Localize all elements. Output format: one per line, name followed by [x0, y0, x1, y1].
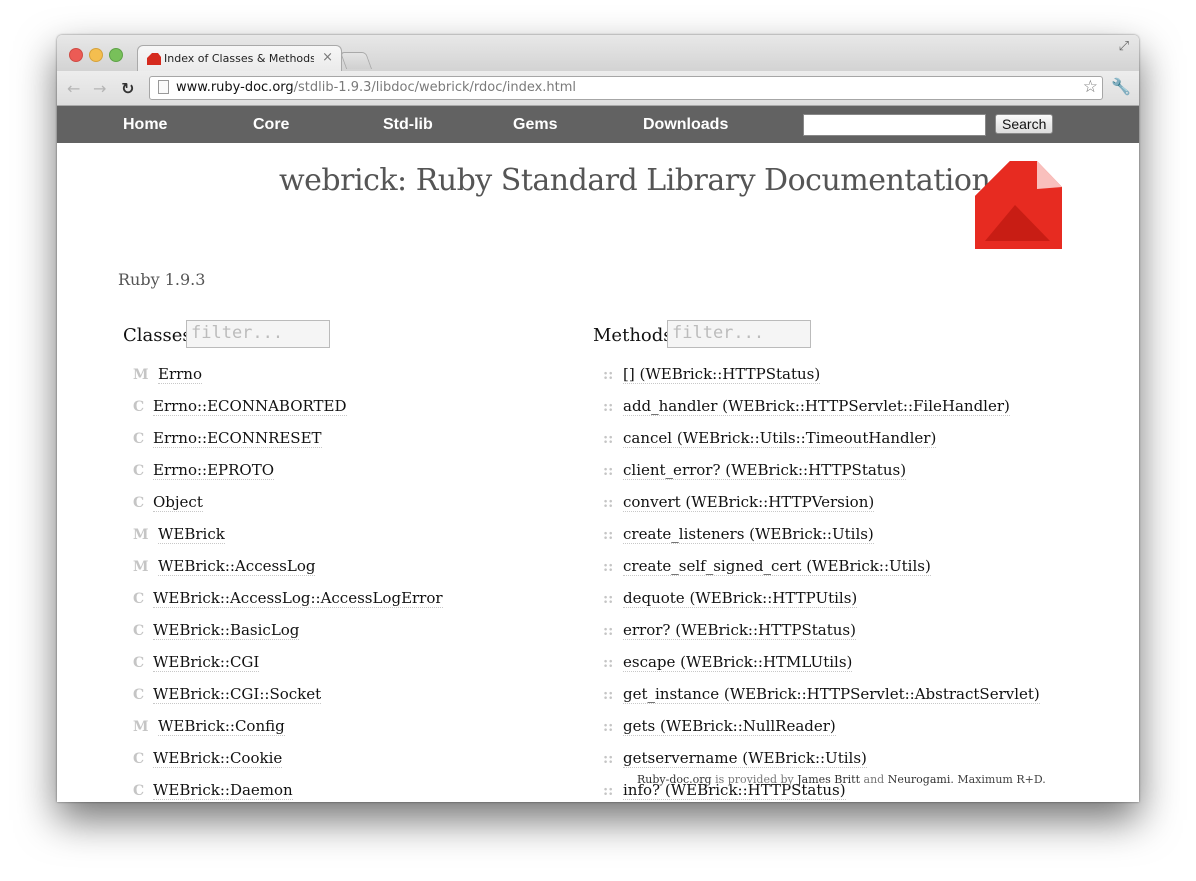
method-marker: :: — [603, 431, 614, 447]
tab-title: Index of Classes & Methods i — [164, 52, 314, 65]
class-link[interactable]: Errno::EPROTO — [153, 461, 275, 480]
method-marker: :: — [603, 527, 614, 543]
method-marker: :: — [603, 591, 614, 607]
method-link[interactable]: getservername (WEBrick::Utils) — [623, 749, 867, 768]
footer-text: and — [860, 773, 888, 786]
class-link[interactable]: WEBrick::CGI — [153, 653, 260, 672]
module-badge: M — [133, 527, 149, 543]
new-tab-button[interactable] — [339, 52, 373, 69]
wrench-icon[interactable]: 🔧 — [1111, 77, 1131, 96]
footer-company-link[interactable]: Neurogami — [888, 773, 951, 786]
method-marker: :: — [603, 559, 614, 575]
method-marker: :: — [603, 623, 614, 639]
nav-core-link[interactable]: Core — [253, 116, 289, 134]
method-marker: :: — [603, 751, 614, 767]
method-link[interactable]: get_instance (WEBrick::HTTPServlet::Abst… — [623, 685, 1040, 704]
address-bar[interactable]: www.ruby-doc.org/stdlib-1.9.3/libdoc/web… — [149, 76, 1103, 100]
methods-label: Methods — [593, 325, 673, 346]
browser-window: Index of Classes & Methods i × ⤢ ← → ↻ w… — [57, 35, 1139, 802]
close-window-button[interactable] — [69, 48, 83, 62]
footer-tagline: . Maximum R+D. — [950, 773, 1046, 786]
class-link[interactable]: WEBrick::AccessLog::AccessLogError — [153, 589, 443, 608]
back-arrow-icon[interactable]: ← — [67, 79, 80, 98]
method-link[interactable]: create_self_signed_cert (WEBrick::Utils) — [623, 557, 931, 576]
class-badge: C — [133, 687, 145, 703]
site-footer: Ruby-doc.org is provided by James Britt … — [637, 773, 1046, 786]
method-marker: :: — [603, 719, 614, 735]
class-link[interactable]: WEBrick::Daemon — [153, 781, 293, 800]
module-badge: M — [133, 559, 149, 575]
method-marker: :: — [603, 687, 614, 703]
fullscreen-icon[interactable]: ⤢ — [1119, 39, 1129, 54]
url-text[interactable]: www.ruby-doc.org/stdlib-1.9.3/libdoc/web… — [176, 80, 576, 95]
footer-site-link[interactable]: Ruby-doc.org — [637, 773, 712, 786]
nav-stdlib-link[interactable]: Std-lib — [383, 116, 433, 134]
browser-toolbar: ← → ↻ www.ruby-doc.org/stdlib-1.9.3/libd… — [57, 71, 1139, 106]
class-badge: C — [133, 591, 145, 607]
class-link[interactable]: WEBrick::Config — [158, 717, 285, 736]
method-link[interactable]: convert (WEBrick::HTTPVersion) — [623, 493, 875, 512]
nav-gems-link[interactable]: Gems — [513, 116, 557, 134]
class-badge: C — [133, 495, 145, 511]
method-link[interactable]: dequote (WEBrick::HTTPUtils) — [623, 589, 858, 608]
method-marker: :: — [603, 495, 614, 511]
page-icon — [158, 80, 169, 94]
ruby-favicon-icon — [147, 53, 161, 65]
tab-close-icon[interactable]: × — [322, 50, 333, 65]
class-badge: C — [133, 399, 145, 415]
method-link[interactable]: gets (WEBrick::NullReader) — [623, 717, 836, 736]
class-badge: C — [133, 463, 145, 479]
nav-downloads-link[interactable]: Downloads — [643, 116, 728, 134]
class-badge: C — [133, 623, 145, 639]
class-badge: C — [133, 431, 145, 447]
module-badge: M — [133, 367, 149, 383]
ruby-version: Ruby 1.9.3 — [118, 270, 206, 289]
method-link[interactable]: [] (WEBrick::HTTPStatus) — [623, 365, 821, 384]
page-title: webrick: Ruby Standard Library Documenta… — [279, 163, 991, 198]
class-link[interactable]: WEBrick — [158, 525, 225, 544]
browser-tab[interactable]: Index of Classes & Methods i × — [137, 45, 342, 72]
class-badge: C — [133, 783, 145, 799]
method-link[interactable]: error? (WEBrick::HTTPStatus) — [623, 621, 856, 640]
class-link[interactable]: WEBrick::BasicLog — [153, 621, 300, 640]
site-search-input[interactable] — [803, 114, 986, 136]
footer-author-link[interactable]: James Britt — [797, 773, 860, 786]
site-search-button[interactable]: Search — [995, 114, 1054, 134]
nav-home-link[interactable]: Home — [123, 116, 167, 134]
class-badge: C — [133, 751, 145, 767]
ruby-doc-logo — [975, 161, 1062, 249]
method-link[interactable]: cancel (WEBrick::Utils::TimeoutHandler) — [623, 429, 937, 448]
method-link[interactable]: create_listeners (WEBrick::Utils) — [623, 525, 874, 544]
method-marker: :: — [603, 367, 614, 383]
classes-label: Classes — [123, 325, 192, 346]
title-bar: Index of Classes & Methods i × ⤢ — [57, 35, 1139, 72]
method-marker: :: — [603, 783, 614, 799]
classes-filter-input[interactable]: filter... — [186, 320, 330, 348]
method-link[interactable]: escape (WEBrick::HTMLUtils) — [623, 653, 853, 672]
class-badge: C — [133, 655, 145, 671]
class-link[interactable]: Errno::ECONNRESET — [153, 429, 322, 448]
method-marker: :: — [603, 655, 614, 671]
class-link[interactable]: WEBrick::AccessLog — [158, 557, 316, 576]
class-link[interactable]: WEBrick::CGI::Socket — [153, 685, 322, 704]
method-marker: :: — [603, 463, 614, 479]
url-host: www.ruby-doc.org — [176, 80, 294, 95]
reload-icon[interactable]: ↻ — [121, 79, 134, 98]
minimize-window-button[interactable] — [89, 48, 103, 62]
url-path: /stdlib-1.9.3/libdoc/webrick/rdoc/index.… — [293, 80, 577, 95]
site-navbar: Home Core Std-lib Gems Downloads Search — [57, 106, 1139, 143]
class-link[interactable]: Object — [153, 493, 203, 512]
methods-filter-input[interactable]: filter... — [667, 320, 811, 348]
bookmark-star-icon[interactable]: ☆ — [1083, 77, 1098, 97]
method-link[interactable]: client_error? (WEBrick::HTTPStatus) — [623, 461, 907, 480]
zoom-window-button[interactable] — [109, 48, 123, 62]
method-link[interactable]: add_handler (WEBrick::HTTPServlet::FileH… — [623, 397, 1010, 416]
method-marker: :: — [603, 399, 614, 415]
module-badge: M — [133, 719, 149, 735]
footer-text: is provided by — [711, 773, 798, 786]
class-link[interactable]: WEBrick::Cookie — [153, 749, 283, 768]
class-link[interactable]: Errno — [158, 365, 202, 384]
class-link[interactable]: Errno::ECONNABORTED — [153, 397, 347, 416]
forward-arrow-icon[interactable]: → — [93, 79, 106, 98]
